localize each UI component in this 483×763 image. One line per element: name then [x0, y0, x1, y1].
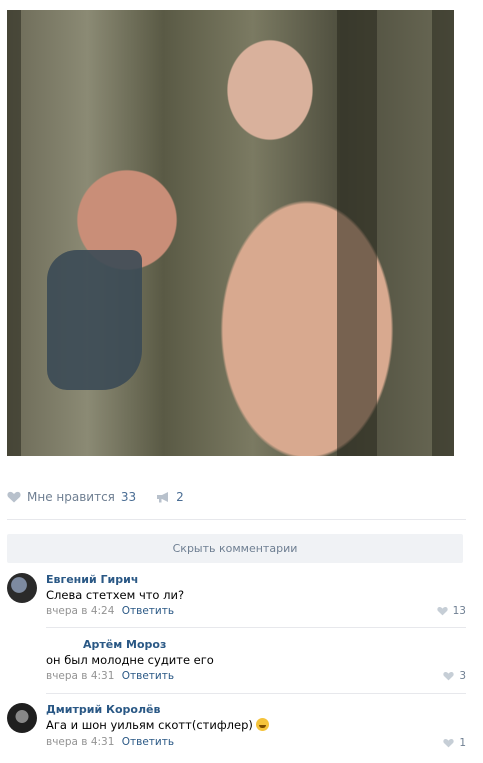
comment-author[interactable]: Артём Мороз	[83, 638, 166, 651]
reply-button[interactable]: Ответить	[122, 605, 174, 617]
avatar[interactable]	[7, 703, 37, 733]
comment-like-count: 3	[459, 670, 466, 682]
comment-meta: вчера в 4:31 Ответить	[46, 670, 174, 682]
comment-time[interactable]: вчера в 4:31	[46, 670, 114, 682]
photo-tree-right	[337, 10, 377, 456]
comment-text: Ага и шон уильям скотт(стифлер)	[46, 718, 253, 732]
comment-like-count: 13	[452, 605, 466, 617]
comment-author[interactable]: Евгений Гирич	[46, 573, 138, 586]
photo-tree-edge	[432, 10, 454, 456]
divider	[46, 693, 466, 694]
post-actions: Мне нравится 33 2	[7, 487, 204, 507]
comment: Евгений Гирич Слева стетхем что ли? вчер…	[7, 573, 466, 623]
like-button[interactable]: Мне нравится 33	[7, 490, 136, 504]
heart-icon	[436, 606, 448, 616]
comment-time[interactable]: вчера в 4:24	[46, 605, 114, 617]
photo-bandana	[47, 250, 142, 390]
reply-button[interactable]: Ответить	[122, 670, 174, 682]
like-label: Мне нравится	[27, 490, 115, 504]
reply-button[interactable]: Ответить	[122, 736, 174, 748]
laughing-emoji-icon	[255, 718, 269, 731]
avatar[interactable]	[7, 573, 37, 603]
comment-meta: вчера в 4:31 Ответить	[46, 736, 174, 748]
comment-text-line: Ага и шон уильям скотт(стифлер)	[46, 718, 269, 732]
divider	[46, 627, 466, 628]
comment-like-count: 1	[459, 737, 466, 749]
repost-button[interactable]: 2	[156, 490, 184, 504]
comment-text: Слева стетхем что ли?	[46, 588, 185, 602]
repost-count: 2	[176, 490, 184, 504]
heart-icon	[7, 491, 21, 503]
comment-time[interactable]: вчера в 4:31	[46, 736, 114, 748]
photo-tree-left	[7, 10, 21, 456]
comment: Артём Мороз он был молодне судите его вч…	[7, 638, 466, 688]
divider	[7, 519, 466, 520]
comment-like-button[interactable]: 13	[436, 605, 466, 617]
megaphone-icon	[157, 492, 169, 503]
comment: Дмитрий Королёв Ага и шон уильям скотт(с…	[7, 703, 466, 753]
post-photo[interactable]	[7, 10, 454, 456]
comment-author[interactable]: Дмитрий Королёв	[46, 703, 160, 716]
like-count: 33	[120, 490, 137, 504]
comment-text: он был молодне судите его	[46, 653, 214, 667]
comment-like-button[interactable]: 3	[443, 670, 466, 682]
hide-comments-button[interactable]: Скрыть комментарии	[7, 534, 463, 563]
heart-icon	[443, 738, 454, 748]
comment-meta: вчера в 4:24 Ответить	[46, 605, 174, 617]
comment-like-button[interactable]: 1	[443, 737, 466, 749]
heart-icon	[443, 671, 454, 681]
